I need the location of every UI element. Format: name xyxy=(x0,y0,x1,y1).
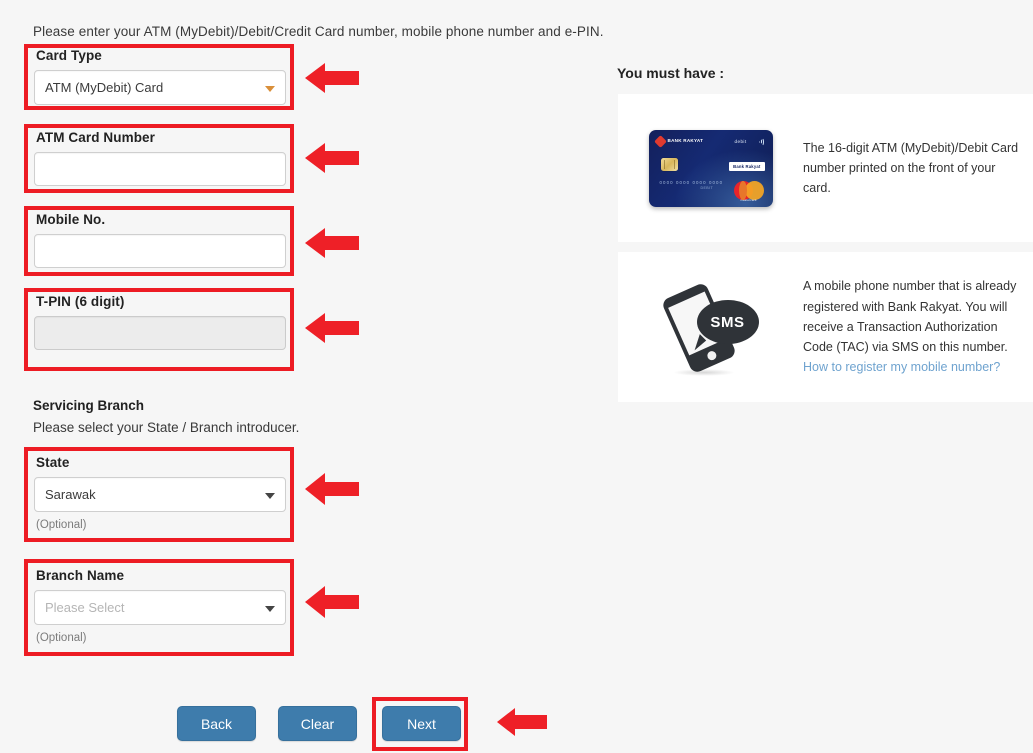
atm-card-number-label: ATM Card Number xyxy=(36,130,156,145)
sms-requirement-body: A mobile phone number that is already re… xyxy=(803,279,1017,355)
state-value: Sarawak xyxy=(34,477,286,512)
mobile-no-label: Mobile No. xyxy=(36,212,106,227)
field-tpin: T-PIN (6 digit) xyxy=(34,294,286,350)
state-label: State xyxy=(36,455,70,470)
field-atm-card-number: ATM Card Number xyxy=(34,130,286,186)
card-mid-text: DEBIT xyxy=(700,185,714,190)
tpin-label: T-PIN (6 digit) xyxy=(36,294,125,309)
card-chip-icon xyxy=(660,157,678,171)
sms-phone-icon: SMS xyxy=(618,278,803,376)
card-issuer-label: Bank Rakyat xyxy=(729,161,765,171)
back-button[interactable]: Back xyxy=(177,706,256,741)
tpin-input[interactable] xyxy=(34,316,286,350)
sms-bubble-label: SMS xyxy=(710,313,745,331)
card-network-label: debit xyxy=(734,138,747,144)
bank-logo: BANK RAKYAT xyxy=(653,134,704,148)
contactless-icon xyxy=(755,137,765,147)
field-branch-name: Branch Name Please Select (Optional) xyxy=(34,568,286,644)
bank-logo-mark-icon xyxy=(653,134,667,148)
pointer-arrow-atm-card-number xyxy=(305,143,359,173)
field-card-type: Card Type ATM (MyDebit) Card xyxy=(34,48,286,105)
card-type-select[interactable]: ATM (MyDebit) Card xyxy=(34,70,286,105)
mastercard-logo-icon: mastercard xyxy=(733,180,764,202)
sms-bubble: SMS xyxy=(696,300,759,344)
state-select[interactable]: Sarawak xyxy=(34,477,286,512)
atm-card-number-input[interactable] xyxy=(34,152,286,186)
branch-name-optional-note: (Optional) xyxy=(36,632,87,644)
chevron-down-icon xyxy=(265,605,275,612)
mastercard-wordmark: mastercard xyxy=(740,198,757,202)
register-mobile-number-link[interactable]: How to register my mobile number? xyxy=(803,360,1000,374)
card-type-value: ATM (MyDebit) Card xyxy=(34,70,286,105)
chevron-down-icon xyxy=(265,492,275,499)
mobile-no-input[interactable] xyxy=(34,234,286,268)
state-optional-note: (Optional) xyxy=(36,519,87,531)
bank-card-icon: BANK RAKYAT debit Bank Rakyat 0000 0000 … xyxy=(618,129,803,207)
right-panel-heading: You must have : xyxy=(617,65,725,81)
branch-name-select[interactable]: Please Select xyxy=(34,590,286,625)
clear-button[interactable]: Clear xyxy=(278,706,357,741)
field-state: State Sarawak (Optional) xyxy=(34,455,286,531)
info-panel-card: BANK RAKYAT debit Bank Rakyat 0000 0000 … xyxy=(618,94,1033,242)
instruction-text: Please enter your ATM (MyDebit)/Debit/Cr… xyxy=(33,24,604,39)
registration-page: Please enter your ATM (MyDebit)/Debit/Cr… xyxy=(0,0,1033,753)
card-type-label: Card Type xyxy=(36,48,102,63)
card-requirement-text: The 16-digit ATM (MyDebit)/Debit Card nu… xyxy=(803,140,1019,196)
pointer-arrow-next-button xyxy=(497,708,547,736)
pointer-arrow-tpin xyxy=(305,313,359,343)
sms-requirement-text: A mobile phone number that is already re… xyxy=(803,276,1033,377)
bank-card-graphic: BANK RAKYAT debit Bank Rakyat 0000 0000 … xyxy=(648,129,773,207)
next-button[interactable]: Next xyxy=(382,706,461,741)
card-number-text: 0000 0000 0000 0000 xyxy=(659,179,724,185)
pointer-arrow-branch-name xyxy=(305,586,359,618)
branch-name-label: Branch Name xyxy=(36,568,125,583)
info-panel-sms: SMS A mobile phone number that is alread… xyxy=(618,252,1033,402)
pointer-arrow-state xyxy=(305,473,359,505)
servicing-branch-title: Servicing Branch xyxy=(33,398,145,413)
field-mobile-no: Mobile No. xyxy=(34,212,286,268)
pointer-arrow-card-type xyxy=(305,63,359,93)
pointer-arrow-mobile-no xyxy=(305,228,359,258)
servicing-branch-subtitle: Please select your State / Branch introd… xyxy=(33,420,300,435)
icon-shadow xyxy=(672,369,735,376)
bank-logo-text: BANK RAKYAT xyxy=(667,138,704,144)
branch-name-value: Please Select xyxy=(34,590,286,625)
chevron-down-icon xyxy=(265,85,275,92)
